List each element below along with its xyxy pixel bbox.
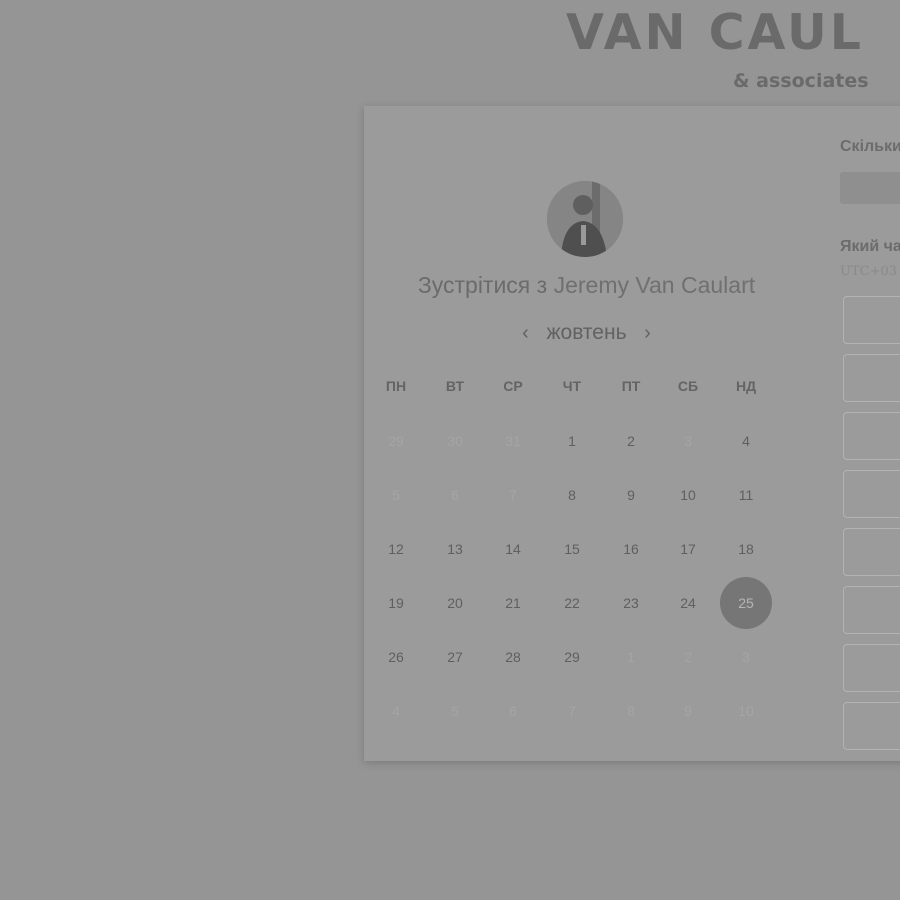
meeting-title-prefix: Зустрітися з (417, 272, 548, 298)
calendar-day: 3 (742, 649, 750, 665)
chevron-left-icon[interactable]: ‹ (514, 322, 536, 345)
calendar-day[interactable]: 17 (662, 523, 714, 575)
calendar-day-selected[interactable]: 25 (720, 577, 772, 629)
calendar-day: 5 (451, 703, 459, 719)
calendar-day: 5 (392, 487, 400, 503)
brand-logo: VAN CAUL & associates (566, 4, 900, 102)
calendar-day: 10 (738, 703, 754, 719)
calendar-day[interactable]: 15 (546, 523, 598, 575)
time-slot-button[interactable] (843, 296, 900, 344)
calendar-day: 7 (568, 703, 576, 719)
weekday-header: ПН ВТ СР ЧТ ПТ СБ НД (364, 378, 804, 398)
calendar-day[interactable]: 21 (487, 577, 539, 629)
host-name: Jeremy Van Caulart (553, 272, 756, 298)
duration-label: Скільки (840, 138, 900, 155)
booking-options-panel: Скільки Який ча UTC+03 (840, 106, 900, 761)
calendar-day: 4 (392, 703, 400, 719)
weekday-label: ВТ (445, 378, 465, 394)
weekday-label: СБ (677, 378, 699, 394)
calendar-day: 8 (627, 703, 635, 719)
calendar-day[interactable]: 11 (720, 469, 772, 521)
calendar-day[interactable]: 18 (720, 523, 772, 575)
time-slot-button[interactable] (843, 702, 900, 750)
weekday-label: ЧТ (562, 378, 582, 394)
time-slot-button[interactable] (843, 412, 900, 460)
timezone-label: UTC+03 (840, 264, 898, 279)
calendar-day[interactable]: 22 (546, 577, 598, 629)
weekday-label: ПН (385, 378, 407, 394)
calendar-day[interactable]: 13 (429, 523, 481, 575)
time-slot-button[interactable] (843, 644, 900, 692)
time-label: Який ча (840, 238, 900, 255)
calendar-day: 31 (505, 433, 521, 449)
calendar-day[interactable]: 29 (546, 631, 598, 683)
duration-selector[interactable] (840, 172, 900, 204)
calendar-day[interactable]: 19 (370, 577, 422, 629)
calendar-day[interactable]: 8 (546, 469, 598, 521)
calendar-day[interactable]: 10 (662, 469, 714, 521)
calendar-day: 2 (684, 649, 692, 665)
calendar-day: 29 (388, 433, 404, 449)
calendar-day[interactable]: 14 (487, 523, 539, 575)
time-slot-button[interactable] (843, 470, 900, 518)
weekday-label: СР (503, 378, 523, 394)
calendar-day: 1 (627, 649, 635, 665)
calendar-day[interactable]: 28 (487, 631, 539, 683)
calendar-day: 30 (447, 433, 463, 449)
calendar-day: 7 (509, 487, 517, 503)
time-slot-button[interactable] (843, 586, 900, 634)
calendar-day[interactable]: 27 (429, 631, 481, 683)
meeting-title: Зустрітися з Jeremy Van Caulart (364, 272, 809, 299)
calendar-day[interactable]: 16 (605, 523, 657, 575)
calendar-day: 6 (451, 487, 459, 503)
avatar-photo-icon (547, 181, 623, 257)
calendar-day[interactable]: 2 (605, 415, 657, 467)
host-avatar (547, 181, 623, 257)
calendar-day[interactable]: 23 (605, 577, 657, 629)
calendar-day[interactable]: 1 (546, 415, 598, 467)
brand-title: VAN CAUL (566, 4, 864, 61)
weekday-label: НД (735, 378, 757, 394)
time-slot-button[interactable] (843, 354, 900, 402)
month-navigation: ‹ жовтень › (364, 318, 809, 348)
chevron-right-icon[interactable]: › (637, 322, 659, 345)
calendar-day[interactable]: 4 (720, 415, 772, 467)
brand-subtitle: & associates (733, 70, 869, 92)
calendar-day[interactable]: 24 (662, 577, 714, 629)
weekday-label: ПТ (621, 378, 641, 394)
time-slot-button[interactable] (843, 528, 900, 576)
calendar-day[interactable]: 9 (605, 469, 657, 521)
calendar-day[interactable]: 26 (370, 631, 422, 683)
calendar-day: 3 (684, 433, 692, 449)
calendar-day: 9 (684, 703, 692, 719)
calendar-day: 6 (509, 703, 517, 719)
month-label: жовтень (546, 321, 627, 344)
calendar-day[interactable]: 12 (370, 523, 422, 575)
calendar-day[interactable]: 20 (429, 577, 481, 629)
